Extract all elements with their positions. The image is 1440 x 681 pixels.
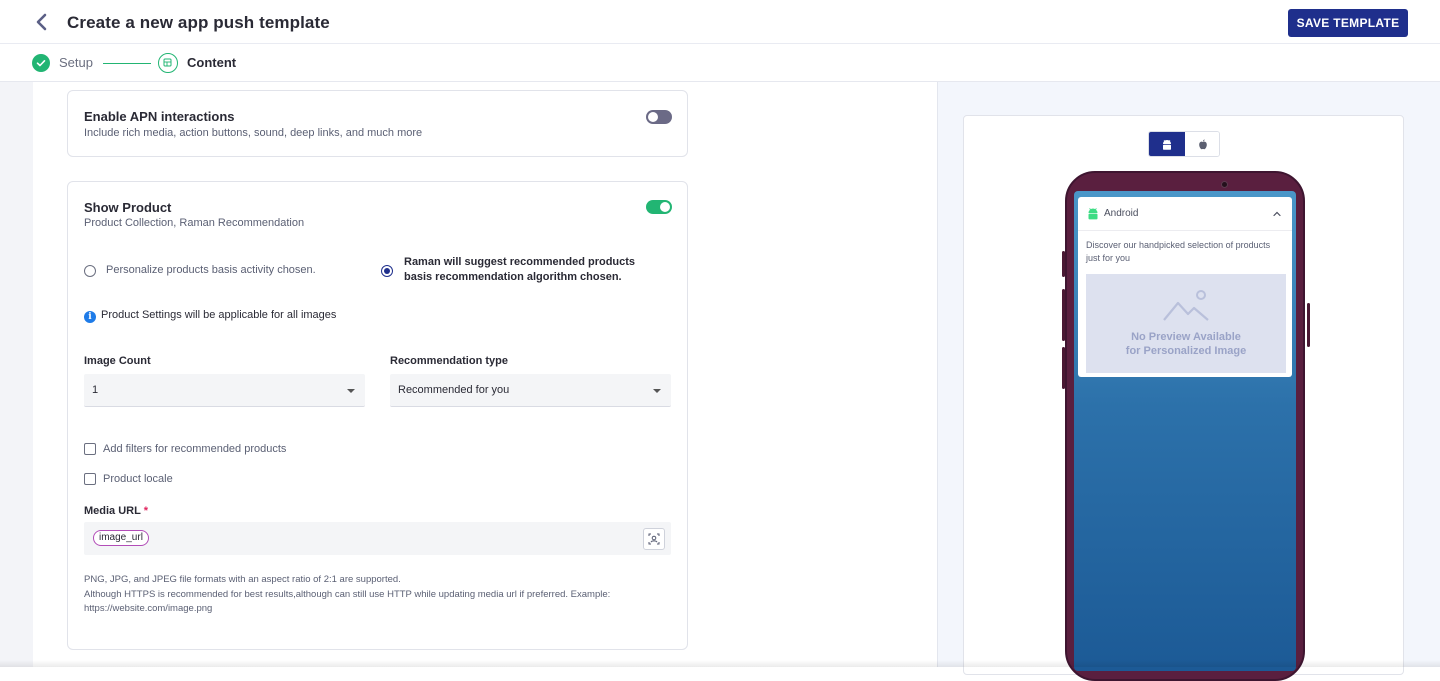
bottom-shadow — [0, 660, 1440, 667]
notification-body: Discover our handpicked selection of pro… — [1086, 240, 1271, 263]
image-count-label: Image Count — [84, 355, 151, 367]
no-preview-line-2: for Personalized Image — [1125, 345, 1247, 357]
image-url-tag[interactable]: image_url — [93, 530, 149, 546]
content-form: Enable APN interactions Include rich med… — [33, 82, 938, 667]
media-url-help: PNG, JPG, and JPEG file formats with an … — [84, 573, 674, 617]
personalize-activity-radio[interactable] — [84, 265, 96, 277]
raman-label-line2: basis recommendation algorithm chosen. — [404, 271, 622, 283]
step-content-icon[interactable] — [158, 53, 178, 73]
phone-volume-button — [1062, 289, 1065, 341]
show-product-card: Show Product Product Collection, Raman R… — [67, 181, 688, 650]
step-connector — [103, 63, 151, 64]
show-product-toggle[interactable] — [646, 200, 672, 214]
back-arrow-icon[interactable] — [32, 12, 52, 32]
image-placeholder-icon — [1163, 290, 1209, 321]
phone-bixby-button — [1062, 347, 1065, 389]
phone-mockup: Android Discover our handpicked selectio… — [1062, 171, 1310, 681]
no-preview-placeholder: No Preview Available for Personalized Im… — [1086, 274, 1286, 373]
android-toggle-button[interactable] — [1149, 132, 1185, 156]
save-template-button[interactable]: SAVE TEMPLATE — [1288, 9, 1408, 37]
image-count-value: 1 — [92, 384, 99, 396]
android-icon — [1163, 139, 1171, 150]
phone-camera — [1221, 181, 1228, 188]
step-complete-check-icon[interactable] — [32, 54, 50, 72]
step-content-label[interactable]: Content — [187, 55, 236, 70]
notification-app-name: Android — [1104, 208, 1139, 219]
apple-icon — [1199, 139, 1207, 150]
notification-card: Android Discover our handpicked selectio… — [1078, 197, 1292, 377]
left-gutter — [0, 82, 33, 667]
phone-power-button — [1307, 303, 1310, 347]
no-preview-line-1: No Preview Available — [1131, 331, 1241, 343]
page-title: Create a new app push template — [67, 13, 330, 32]
phone-screen: Android Discover our handpicked selectio… — [1074, 191, 1296, 671]
phone-volume-button — [1062, 251, 1065, 277]
add-filters-checkbox[interactable] — [84, 443, 96, 455]
product-locale-checkbox[interactable] — [84, 473, 96, 485]
info-icon: i — [84, 311, 96, 323]
preview-card: Android Discover our handpicked selectio… — [963, 115, 1404, 681]
ios-toggle-button[interactable] — [1185, 132, 1219, 156]
media-url-label-text: Media URL — [84, 505, 141, 517]
media-url-input[interactable]: image_url — [84, 522, 671, 555]
raman-label-line1: Raman will suggest recommended products — [404, 256, 636, 268]
os-switch — [1148, 131, 1220, 157]
image-count-select[interactable]: 1 — [84, 374, 365, 407]
top-bar: Create a new app push template SAVE TEMP… — [0, 0, 1440, 44]
stepper: Setup Content — [0, 45, 1440, 82]
help-line-2: Although HTTPS is recommended for best r… — [84, 588, 611, 600]
apn-card-subtitle: Include rich media, action buttons, soun… — [84, 127, 423, 139]
help-line-1: PNG, JPG, and JPEG file formats with an … — [84, 574, 401, 585]
apn-card-title: Enable APN interactions — [84, 109, 235, 124]
chevron-down-icon — [347, 389, 355, 393]
chevron-down-icon — [653, 389, 661, 393]
preview-panel: Android Discover our handpicked selectio… — [937, 82, 1440, 681]
personalize-button[interactable] — [643, 528, 665, 550]
recommendation-type-value: Recommended for you — [398, 384, 510, 396]
chevron-up-icon[interactable] — [1272, 209, 1282, 219]
recommendation-type-label: Recommendation type — [390, 355, 508, 367]
required-asterisk: * — [143, 505, 148, 517]
no-preview-text: No Preview Available for Personalized Im… — [1086, 330, 1286, 358]
product-settings-info: Product Settings will be applicable for … — [101, 309, 337, 321]
notification-header: Android — [1078, 197, 1292, 231]
raman-recommendation-radio[interactable] — [381, 265, 393, 277]
media-url-label: Media URL * — [84, 505, 148, 517]
raman-recommendation-label[interactable]: Raman will suggest recommended products … — [404, 255, 635, 285]
product-locale-label[interactable]: Product locale — [103, 473, 173, 485]
show-product-title: Show Product — [84, 200, 172, 215]
android-icon — [1088, 208, 1098, 220]
recommendation-type-select[interactable]: Recommended for you — [390, 374, 671, 407]
apn-toggle[interactable] — [646, 110, 672, 124]
apn-interactions-card: Enable APN interactions Include rich med… — [67, 90, 688, 157]
help-line-3: https://website.com/image.png — [84, 603, 213, 614]
personalize-icon — [648, 533, 660, 545]
add-filters-label[interactable]: Add filters for recommended products — [103, 443, 286, 455]
personalize-activity-label[interactable]: Personalize products basis activity chos… — [106, 263, 316, 278]
step-setup-label[interactable]: Setup — [59, 55, 93, 70]
show-product-subtitle: Product Collection, Raman Recommendation — [84, 217, 305, 229]
